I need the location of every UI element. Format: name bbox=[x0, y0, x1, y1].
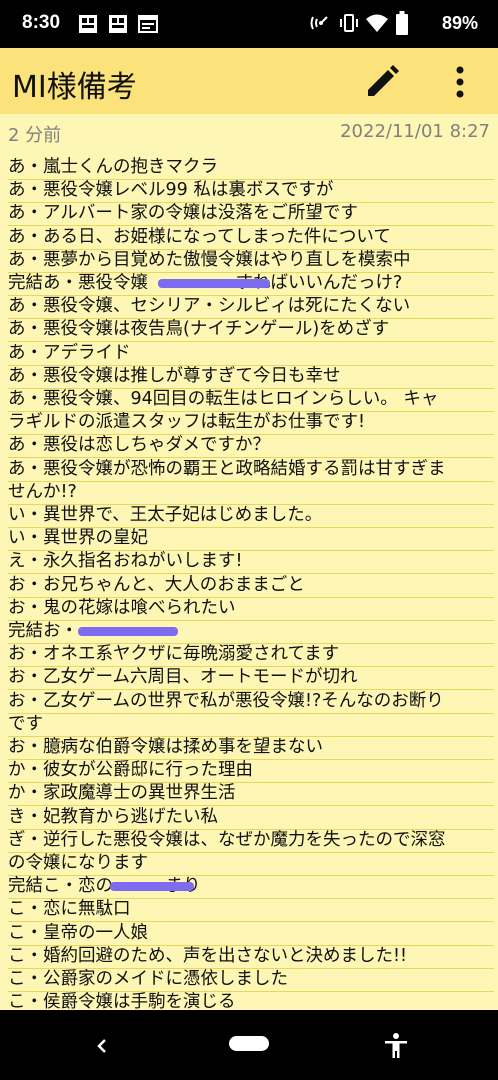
note-title: MI様備考 bbox=[12, 70, 137, 105]
note-line: お・乙女ゲームの世界で私が悪役令嬢!?そんなのお断り bbox=[8, 690, 494, 714]
note-line: か・彼女が公爵邸に行った理由 bbox=[8, 759, 494, 784]
notification-icon bbox=[109, 15, 127, 33]
app-bar: MI様備考 bbox=[0, 48, 498, 114]
accessibility-button[interactable] bbox=[382, 1032, 410, 1060]
note-line: です bbox=[8, 713, 494, 737]
note-line: あ・アデライド bbox=[8, 342, 494, 366]
note-line: こ・公爵家のメイドに憑依しました bbox=[8, 968, 494, 992]
vibrate-icon bbox=[340, 14, 358, 32]
updated-ago: 2 分前 bbox=[8, 125, 62, 146]
navigation-bar bbox=[0, 1010, 498, 1080]
note-line: ぎ・逆行した悪役令嬢は、なぜか魔力を失ったので深窓 bbox=[8, 829, 494, 853]
wifi-icon bbox=[366, 14, 388, 32]
battery-percent: 89% bbox=[441, 13, 478, 33]
nfc-icon bbox=[310, 16, 328, 30]
note-meta: 2 分前 2022/11/01 8:27 bbox=[0, 114, 498, 150]
pencil-icon bbox=[368, 65, 399, 96]
edit-button[interactable] bbox=[362, 62, 402, 102]
note-line: い・異世界の皇妃 bbox=[8, 527, 494, 552]
note-body[interactable]: あ・嵐士くんの抱きマクラ あ・悪役令嬢レベル99 私は裏ボスですが あ・アルバート家… bbox=[0, 152, 498, 1010]
note-line: き・妃教育から逃げたい私 bbox=[8, 806, 494, 830]
note-line: お・お兄ちゃんと、大人のおままごと bbox=[8, 574, 494, 598]
note-line: の令嬢になります bbox=[8, 852, 494, 876]
note-line: こ・皇帝の一人娘 bbox=[8, 922, 494, 946]
note-line: せんか!? bbox=[8, 481, 494, 505]
notification-icon bbox=[79, 15, 97, 33]
back-button[interactable] bbox=[88, 1032, 116, 1060]
note-line: か・家政魔導士の異世界生活 bbox=[8, 782, 494, 807]
note-line: あ・嵐士くんの抱きマクラ bbox=[8, 156, 494, 180]
note-line: こ・恋に無駄口 bbox=[8, 898, 494, 923]
note-line: あ・悪役令嬢が恐怖の覇王と政略結婚する罰は甘すぎま bbox=[8, 458, 494, 482]
note-line: い・異世界で、王太子妃はじめました。 bbox=[8, 504, 494, 528]
note-line: こ・婚約回避のため、声を出さないと決めました!! bbox=[8, 945, 494, 969]
note-line: え・永久指名おねがいします! bbox=[8, 550, 494, 575]
redaction-mark bbox=[158, 279, 270, 288]
note-line: あ・アルバート家の令嬢は没落をご所望です bbox=[8, 202, 494, 227]
note-line: あ・悪役令嬢は推しが尊すぎて今日も幸せ bbox=[8, 365, 494, 389]
status-time: 8:30 bbox=[22, 12, 61, 33]
note-line: お・鬼の花嫁は喰べられたい bbox=[8, 597, 494, 621]
more-vert-icon bbox=[456, 66, 464, 98]
battery-icon bbox=[396, 11, 408, 35]
back-icon bbox=[97, 1039, 106, 1053]
note-line: あ・悪役令嬢は夜告鳥(ナイチンゲール)をめざす bbox=[8, 318, 494, 343]
redaction-mark bbox=[78, 627, 178, 636]
note-line: あ・悪役令嬢レベル99 私は裏ボスですが bbox=[8, 179, 494, 204]
calendar-icon bbox=[138, 15, 158, 33]
note-line: お・臆病な伯爵令嬢は揉め事を望まない bbox=[8, 736, 494, 760]
more-options-button[interactable] bbox=[440, 62, 480, 102]
note-line: あ・悪夢から目覚めた傲慢令嬢はやり直しを模索中 bbox=[8, 249, 494, 273]
note-line: あ・悪役は恋しちゃダメですか？ bbox=[8, 434, 494, 459]
note-line: ラギルドの派遣スタッフは転生がお仕事です! bbox=[8, 411, 494, 436]
note-line: お・乙女ゲーム六周目、オートモードが切れ bbox=[8, 666, 494, 691]
accessibility-icon bbox=[385, 1033, 407, 1058]
note-line: お・オネエ系ヤクザに毎晩溺愛されてます bbox=[8, 643, 494, 668]
note-line: あ・ある日、お姫様になってしまった件について bbox=[8, 226, 494, 250]
home-pill[interactable] bbox=[229, 1036, 269, 1051]
status-bar: 8:30 89% bbox=[0, 0, 498, 48]
note-line: あ・悪役令嬢、セシリア・シルビィは死にたくない bbox=[8, 295, 494, 320]
redaction-mark bbox=[110, 882, 194, 892]
note-date: 2022/11/01 8:27 bbox=[340, 121, 490, 142]
note-line: こ・侯爵令嬢は手駒を演じる bbox=[8, 991, 494, 1010]
status-right: 89% bbox=[308, 10, 478, 38]
note-line: 完結こ・恋の まり bbox=[8, 875, 494, 900]
note-line: あ・悪役令嬢、94回目の転生はヒロインらしい。 キャ bbox=[8, 388, 494, 412]
